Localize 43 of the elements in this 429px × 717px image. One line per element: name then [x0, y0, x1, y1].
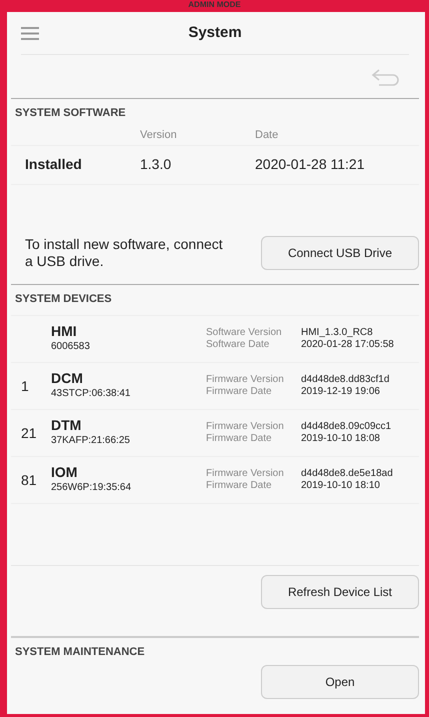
device-serial: 37KAFP:21:66:25 — [51, 434, 131, 448]
device-address: 21 — [21, 424, 38, 442]
install-note: To install new software, connect a USB drive. — [25, 236, 224, 270]
device-name: DCM — [51, 370, 84, 386]
field-label: Firmware Date — [206, 480, 273, 492]
device-serial: 43STCP:06:38:41 — [51, 387, 132, 402]
row-label: Installed — [25, 155, 83, 174]
field-label: Firmware Date — [206, 433, 273, 446]
section-heading: SYSTEM SOFTWARE — [14, 106, 127, 121]
device-serial: 256W6P:19:35:64 — [51, 481, 132, 496]
menu-icon[interactable] — [21, 27, 39, 40]
field-value: 2019-12-19 19:06 — [301, 386, 381, 398]
mode-label: ADMIN MODE — [187, 0, 242, 10]
column-header: Version — [140, 128, 178, 143]
field-label: Firmware Version — [206, 468, 285, 480]
version-value: 1.3.0 — [140, 155, 172, 174]
field-label: Software Date — [206, 339, 270, 352]
section-heading: SYSTEM MAINTENANCE — [14, 645, 146, 660]
field-value: d4d48de8.09c09cc1 — [301, 420, 392, 433]
section-heading: SYSTEM DEVICES — [11, 284, 419, 316]
refresh-button[interactable]: Refresh Device List — [261, 575, 419, 609]
field-value: 2019-10-10 18:10 — [301, 480, 381, 492]
field-label: Firmware Version — [206, 374, 285, 386]
column-header: Date — [255, 128, 280, 143]
device-name: IOM — [51, 464, 78, 480]
device-name: DTM — [51, 418, 82, 434]
date-value: 2020-01-28 11:21 — [255, 155, 366, 174]
open-button[interactable]: Open — [261, 664, 419, 698]
connect-usb-button[interactable]: Connect USB Drive — [261, 236, 419, 270]
field-value: d4d48de8.dd83cf1d — [301, 374, 390, 386]
device-address: 1 — [21, 376, 30, 396]
device-address: 81 — [21, 470, 38, 490]
field-value: 2020-01-28 17:05:58 — [301, 339, 395, 352]
page-title: System — [187, 22, 243, 43]
field-value: 2019-10-10 18:08 — [301, 433, 381, 446]
device-name: HMI — [51, 324, 78, 340]
device-serial: 6006583 — [51, 340, 91, 354]
field-value: HMI_1.3.0_RC8 — [301, 326, 374, 339]
back-icon[interactable] — [371, 68, 401, 86]
field-label: Firmware Date — [206, 386, 273, 398]
field-label: Firmware Version — [206, 420, 285, 433]
field-label: Software Version — [206, 326, 283, 339]
field-value: d4d48de8.de5e18ad — [301, 468, 394, 480]
